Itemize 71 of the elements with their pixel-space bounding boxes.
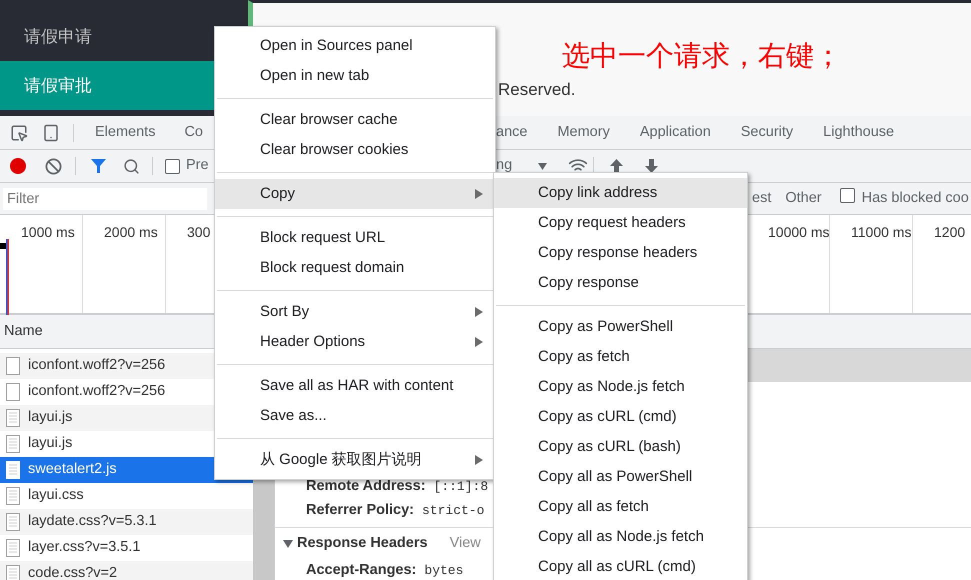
devtools-tab[interactable]: Lighthouse [823,122,894,144]
menu-item[interactable]: Copy request headers [494,208,747,238]
menu-item[interactable]: Copy response headers [494,238,747,268]
devtools-tab[interactable]: Elements [95,122,156,144]
checkbox-label: Pre [186,156,209,176]
annotation: 选中一个请求，右键； [562,39,843,73]
menu-item[interactable]: Copy as cURL (cmd) [494,402,747,432]
time-tick: 1000 ms [21,224,75,240]
search-icon[interactable] [123,158,140,174]
field-label: Referrer Policy: [306,501,414,520]
type-filter[interactable]: est [752,188,772,210]
devtools-tab[interactable]: Application [640,122,711,144]
devtools-tab[interactable]: Memory [557,122,610,144]
checkbox-label: Has blocked coo [862,188,969,208]
menu-item[interactable]: Open in Sources panel [215,31,495,61]
view-link[interactable]: View [450,532,481,554]
menu-item[interactable]: Copy [215,179,495,209]
menu-item[interactable]: Copy all as fetch [494,492,747,522]
menu-item[interactable]: Copy link address [494,178,747,208]
dropdown-icon[interactable] [538,162,548,170]
file-icon [6,357,20,375]
field-value: strict-o [422,502,484,520]
file-icon [6,461,20,479]
menu-item[interactable]: Copy all as PowerShell [494,462,747,492]
expand-arrow-icon[interactable] [283,540,293,548]
menu-item[interactable]: Copy as cURL (bash) [494,432,747,462]
menu-item[interactable]: Copy response [494,268,747,298]
filter-icon[interactable] [90,158,107,174]
throttle-label: ng [496,156,512,176]
file-icon [6,409,20,427]
file-icon [6,513,20,531]
request-row[interactable]: laydate.css?v=5.3.1 [0,509,253,535]
time-tick: 2000 ms [104,224,158,240]
upload-icon[interactable] [610,159,624,173]
file-icon [6,565,20,580]
type-filter[interactable]: Other [785,188,822,210]
field-label: Remote Address: [306,477,426,496]
devtools-tab[interactable]: ance [496,122,528,144]
file-icon [6,435,20,453]
section-title: Response Headers [297,534,428,553]
time-tick: 10000 ms [768,224,830,240]
device-icon[interactable] [42,124,60,142]
filter-field[interactable]: Filter [3,188,207,210]
field-value: [::1]:8 [434,478,488,496]
devtools-tab[interactable]: Co [184,122,203,144]
menu-item[interactable]: Copy all as cURL (cmd) [494,552,747,580]
inspect-icon[interactable] [10,124,28,142]
menu-item[interactable]: Copy as fetch [494,342,747,372]
file-icon [6,383,20,401]
column-header[interactable]: Name [4,320,43,342]
checkbox[interactable] [165,158,180,174]
menu-item[interactable]: Clear browser cookies [215,135,495,165]
file-icon [6,487,20,505]
time-tick: 11000 ms [851,224,912,240]
time-tick: 300 [187,224,210,240]
footer-text: Reserved. [498,79,576,101]
menu-item[interactable]: Copy all as Node.js fetch [494,522,747,552]
time-tick: 1200 [934,224,966,240]
record-button[interactable] [10,158,26,174]
field-label: Accept-Ranges: [306,561,416,580]
menu-item[interactable]: Open in new tab [215,61,495,91]
request-row[interactable]: code.css?v=2 [0,561,253,580]
menu-item[interactable]: Copy as Node.js fetch [494,372,747,402]
field-value: bytes [424,562,464,580]
download-icon[interactable] [645,159,658,173]
menu-item[interactable]: Clear browser cache [215,105,495,135]
file-icon [6,539,20,557]
devtools-tab[interactable]: Security [740,122,794,144]
checkbox[interactable] [840,188,855,202]
menu-item[interactable]: Copy as PowerShell [494,312,747,342]
clear-icon[interactable] [45,158,62,174]
